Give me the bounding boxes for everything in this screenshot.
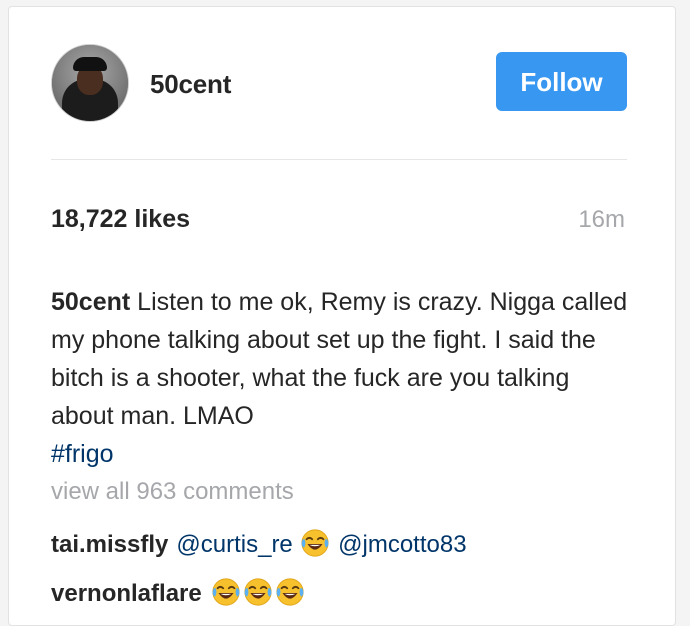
view-all-comments-link[interactable]: view all 963 comments — [51, 478, 294, 506]
comment-username[interactable]: tai.missfly — [51, 531, 168, 558]
likes-count[interactable]: 18,722 likes — [51, 205, 190, 234]
username[interactable]: 50cent — [150, 69, 231, 100]
caption: 50cent Listen to me ok, Remy is crazy. N… — [51, 283, 631, 473]
face-with-tears-of-joy-icon — [243, 577, 273, 607]
caption-text: Listen to me ok, Remy is crazy. Nigga ca… — [51, 288, 628, 430]
face-with-tears-of-joy-icon — [300, 528, 330, 558]
comment-mention[interactable]: @curtis_re — [176, 531, 292, 558]
face-with-tears-of-joy-icon — [211, 577, 241, 607]
comment-mention[interactable]: @jmcotto83 — [338, 531, 466, 558]
avatar[interactable] — [51, 44, 129, 122]
comment: tai.missfly @curtis_re @jmcotto83 — [51, 528, 467, 559]
caption-author[interactable]: 50cent — [51, 288, 130, 316]
post-card: 50cent Follow 18,722 likes 16m 50cent Li… — [8, 6, 676, 626]
header-divider — [51, 159, 627, 160]
post-header: 50cent Follow — [9, 7, 675, 159]
caption-hashtag[interactable]: #frigo — [51, 440, 114, 468]
face-with-tears-of-joy-icon — [275, 577, 305, 607]
comment-username[interactable]: vernonlaflare — [51, 580, 202, 607]
comment: vernonlaflare — [51, 577, 306, 608]
timestamp: 16m — [578, 206, 625, 233]
follow-button[interactable]: Follow — [496, 52, 627, 111]
